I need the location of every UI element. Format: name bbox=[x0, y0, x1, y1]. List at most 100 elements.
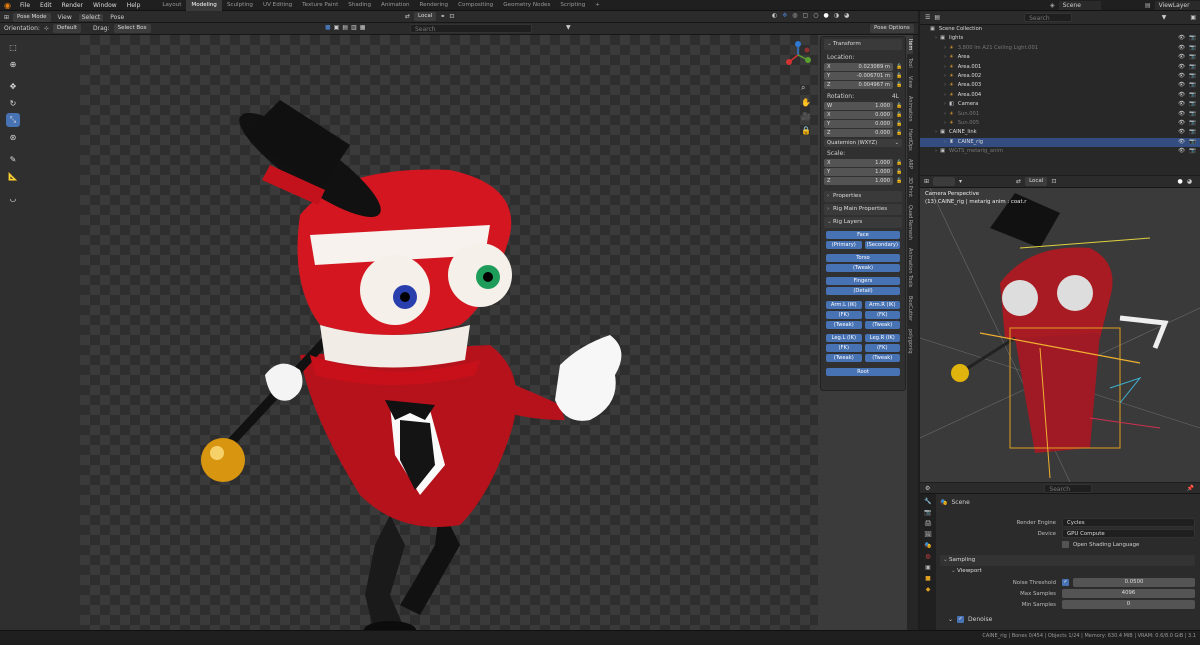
layer-arm-r-ik-button[interactable]: Arm.R (IK) bbox=[864, 301, 900, 309]
expand-arrow-icon[interactable]: › bbox=[944, 53, 946, 62]
outliner-row[interactable]: › ☀ Area.003 👁 📷 bbox=[920, 81, 1200, 90]
tool-select-icon[interactable]: ⬚ bbox=[6, 40, 20, 54]
expand-arrow-icon[interactable]: › bbox=[944, 72, 946, 81]
filter-icon[interactable]: ▼ bbox=[566, 24, 571, 31]
rotation-mode-dropdown[interactable]: Quaternion (WXYZ) ⌄ bbox=[824, 139, 902, 147]
sidebar-tab-animation-tools[interactable]: Animation Tools bbox=[907, 244, 913, 291]
rig-main-section-header[interactable]: Rig Main Properties bbox=[824, 204, 902, 215]
lock-icon[interactable]: 🔓 bbox=[896, 121, 902, 127]
lock-icon[interactable]: 🔓 bbox=[896, 73, 902, 79]
location-z-field[interactable]: Z 0.004967 m bbox=[824, 81, 893, 89]
properties-editor-icon[interactable]: ⚙ bbox=[925, 485, 930, 492]
outliner-filter-icon[interactable]: ▼ bbox=[1162, 14, 1167, 21]
lock-icon[interactable]: 🔓 bbox=[896, 160, 902, 166]
outliner-row[interactable]: › ☀ Area.001 👁 📷 bbox=[920, 63, 1200, 72]
scene-name[interactable]: Scene bbox=[1058, 1, 1101, 10]
sidebar-tab-polygoniq[interactable]: polygoniq bbox=[907, 325, 913, 358]
layer-leg-l-tweak-button[interactable]: (Tweak) bbox=[826, 354, 862, 362]
workspace-tab-compositing[interactable]: Compositing bbox=[453, 0, 498, 11]
header-search-input[interactable]: Search bbox=[410, 24, 532, 33]
lock-icon[interactable]: 🔓 bbox=[896, 169, 902, 175]
render-camera-icon[interactable]: 📷 bbox=[1189, 110, 1196, 119]
camera-view-menu-icon[interactable]: ▾ bbox=[959, 178, 962, 185]
editor-type-icon[interactable]: ⊞ bbox=[4, 14, 9, 21]
layer-torso-button[interactable]: Torso bbox=[826, 254, 900, 262]
mode-dropdown[interactable]: Pose Mode bbox=[13, 12, 51, 22]
overlay-icon[interactable]: ◎ bbox=[792, 12, 797, 19]
pose-options-button[interactable]: Pose Options bbox=[870, 24, 914, 33]
sidebar-tab-quad-remesh[interactable]: Quad Remesh bbox=[907, 201, 913, 244]
render-camera-icon[interactable]: 📷 bbox=[1189, 34, 1196, 43]
workspace-tab-add[interactable]: + bbox=[590, 0, 605, 11]
outliner-filter-mode-icon[interactable]: ▤ bbox=[934, 14, 940, 21]
menu-edit[interactable]: Edit bbox=[35, 0, 57, 11]
workspace-tab-texture-paint[interactable]: Texture Paint bbox=[297, 0, 343, 11]
menu-file[interactable]: File bbox=[15, 0, 35, 11]
outliner-row[interactable]: › ☀ Area 👁 📷 bbox=[920, 53, 1200, 62]
sidebar-tab-item[interactable]: Item bbox=[907, 35, 913, 55]
max-samples-field[interactable]: 4096 bbox=[1062, 589, 1195, 598]
expand-arrow-icon[interactable]: › bbox=[935, 128, 937, 137]
visibility-eye-icon[interactable]: 👁 bbox=[1178, 147, 1185, 156]
menu-help[interactable]: Help bbox=[122, 0, 146, 11]
denoise-checkbox[interactable]: ✓ bbox=[957, 616, 965, 623]
orientation-dropdown[interactable]: Default bbox=[52, 24, 82, 33]
device-dropdown[interactable]: GPU Compute bbox=[1062, 529, 1195, 538]
outliner-row[interactable]: › ☀ Sun.005 👁 📷 bbox=[920, 119, 1200, 128]
layer-arm-r-fk-button[interactable]: (FK) bbox=[864, 311, 900, 319]
sidebar-tab-tool[interactable]: Tool bbox=[907, 54, 913, 72]
viewlayer-name[interactable]: ViewLayer bbox=[1154, 1, 1200, 10]
sidebar-tab-arp[interactable]: ARP bbox=[907, 155, 913, 173]
layer-leg-l-ik-button[interactable]: Leg.L (IK) bbox=[826, 334, 862, 342]
layer-leg-r-ik-button[interactable]: Leg.R (IK) bbox=[864, 334, 900, 342]
properties-section-header[interactable]: Properties bbox=[824, 191, 902, 202]
expand-arrow-icon[interactable]: › bbox=[944, 100, 946, 109]
workspace-tab-shading[interactable]: Shading bbox=[343, 0, 376, 11]
expand-arrow-icon[interactable]: › bbox=[944, 110, 946, 119]
outliner-search-input[interactable]: Search bbox=[1024, 13, 1073, 22]
shading-rendered-icon[interactable]: ◕ bbox=[844, 12, 849, 19]
layer-leg-l-fk-button[interactable]: (FK) bbox=[826, 344, 862, 352]
min-samples-field[interactable]: 0 bbox=[1062, 600, 1195, 609]
layer-detail-button[interactable]: (Detail) bbox=[826, 287, 900, 295]
new-collection-icon[interactable]: ▣ bbox=[1190, 14, 1196, 21]
noise-threshold-field[interactable]: 0.0500 bbox=[1073, 578, 1195, 587]
tool-props-icon[interactable]: 🔧 bbox=[924, 498, 931, 505]
rotation-lock-4l[interactable]: 4L bbox=[892, 93, 899, 100]
lock-icon[interactable]: 🔓 bbox=[896, 130, 902, 136]
render-camera-icon[interactable]: 📷 bbox=[1189, 81, 1196, 90]
layer-arm-r-tweak-button[interactable]: (Tweak) bbox=[864, 321, 900, 329]
scale-y-field[interactable]: Y 1.000 bbox=[824, 168, 893, 176]
lock-camera-icon[interactable]: 🔒 bbox=[801, 126, 811, 135]
select-new-icon[interactable]: ■ bbox=[325, 24, 331, 31]
layer-fingers-button[interactable]: Fingers bbox=[826, 277, 900, 285]
tool-transform-icon[interactable]: ⊛ bbox=[6, 130, 20, 144]
workspace-tab-rendering[interactable]: Rendering bbox=[415, 0, 454, 11]
render-props-icon[interactable]: 📷 bbox=[924, 509, 931, 516]
modifier-props-icon[interactable]: ◆ bbox=[926, 586, 931, 593]
link-icon[interactable]: ⚭ bbox=[440, 13, 445, 20]
layer-secondary-button[interactable]: (Secondary) bbox=[864, 241, 900, 249]
render-camera-icon[interactable]: 📷 bbox=[1189, 53, 1196, 62]
tool-scale-icon[interactable]: ⤡ bbox=[6, 113, 20, 127]
shading-material-icon[interactable]: ◑ bbox=[834, 12, 839, 19]
visibility-eye-icon[interactable]: 👁 bbox=[1178, 100, 1185, 109]
lock-icon[interactable]: 🔓 bbox=[896, 112, 902, 118]
camera-pivot-dropdown[interactable]: Local bbox=[1025, 177, 1048, 186]
scale-z-field[interactable]: Z 1.000 bbox=[824, 177, 893, 185]
rotation-z-field[interactable]: Z 0.000 bbox=[824, 129, 893, 137]
transform-section-header[interactable]: Transform bbox=[824, 39, 902, 50]
layer-leg-r-fk-button[interactable]: (FK) bbox=[864, 344, 900, 352]
layer-leg-r-tweak-button[interactable]: (Tweak) bbox=[864, 354, 900, 362]
pin-icon[interactable]: 📌 bbox=[1187, 485, 1194, 492]
render-camera-icon[interactable]: 📷 bbox=[1189, 100, 1196, 109]
location-x-field[interactable]: X 0.023089 m bbox=[824, 63, 893, 71]
layer-primary-button[interactable]: (Primary) bbox=[826, 241, 862, 249]
lock-icon[interactable]: 🔓 bbox=[896, 178, 902, 184]
output-props-icon[interactable]: 🖨 bbox=[924, 520, 932, 527]
layer-arm-l-tweak-button[interactable]: (Tweak) bbox=[826, 321, 862, 329]
tool-cursor-icon[interactable]: ⊕ bbox=[6, 57, 20, 71]
scale-x-field[interactable]: X 1.000 bbox=[824, 159, 893, 167]
noise-threshold-checkbox[interactable]: ✓ bbox=[1062, 579, 1069, 586]
snap-icon[interactable]: ⊡ bbox=[449, 13, 454, 20]
